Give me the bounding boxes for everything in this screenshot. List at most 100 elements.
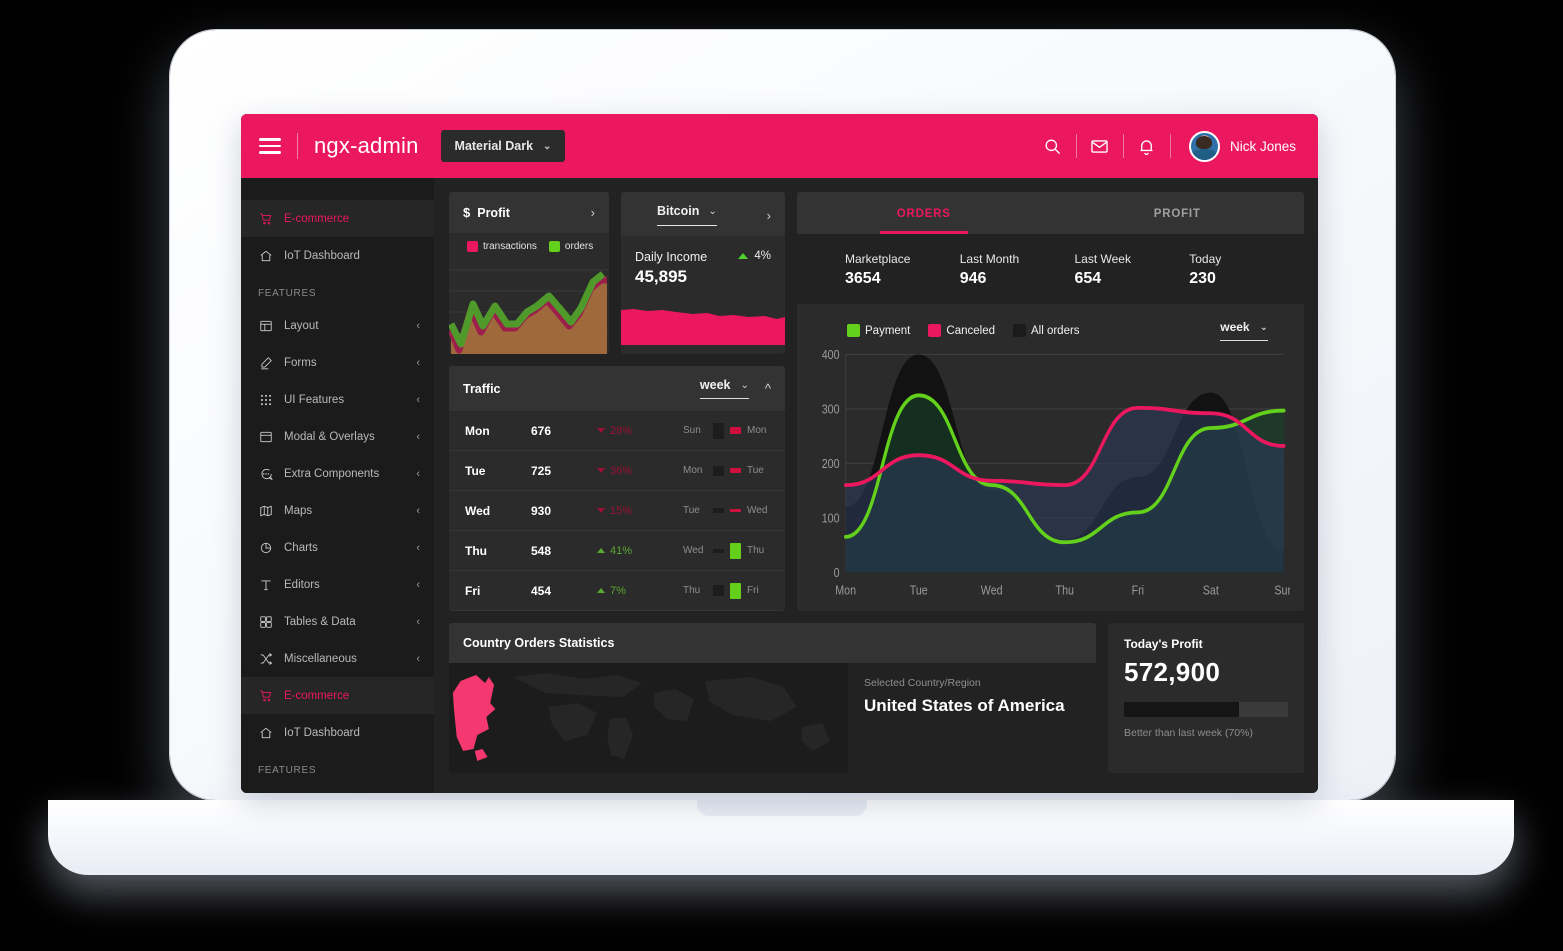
traffic-card-header: Traffic week ⌄ ^ bbox=[449, 366, 785, 411]
chevron-right-icon[interactable]: › bbox=[591, 205, 595, 220]
sidebar-item-ui-features[interactable]: UI Features ‹ bbox=[241, 381, 434, 418]
sidebar-item-iot-dashboard[interactable]: IoT Dashboard bbox=[241, 714, 434, 751]
table-row[interactable]: Fri 454 7% Thu Fri bbox=[449, 571, 785, 611]
chevron-left-icon[interactable]: ‹ bbox=[416, 653, 420, 665]
user-menu[interactable]: Nick Jones bbox=[1188, 130, 1296, 162]
sidebar-item-e-commerce[interactable]: E-commerce bbox=[241, 200, 434, 237]
chevron-down-icon: ⌄ bbox=[543, 140, 552, 152]
sidebar-item-extra-components[interactable]: Extra Components ‹ bbox=[241, 455, 434, 492]
traffic-value: 548 bbox=[531, 543, 552, 558]
sidebar-item-iot-dashboard[interactable]: IoT Dashboard bbox=[241, 237, 434, 274]
selected-country-name: United States of America bbox=[864, 696, 1065, 715]
bell-icon[interactable] bbox=[1124, 124, 1170, 168]
todays-profit-label: Today's Profit bbox=[1124, 637, 1203, 651]
traffic-bar-next bbox=[730, 427, 741, 434]
triangle-down-icon bbox=[597, 428, 605, 433]
legend-transactions: transactions bbox=[467, 241, 537, 252]
traffic-bar-next bbox=[730, 582, 741, 599]
cart-icon bbox=[258, 688, 273, 703]
triangle-up-icon bbox=[738, 253, 749, 259]
search-icon[interactable] bbox=[1030, 124, 1076, 168]
traffic-bar-prev bbox=[713, 422, 724, 439]
sidebar-section-label: FEATURES bbox=[258, 288, 317, 299]
chevron-down-icon: ⌄ bbox=[740, 379, 749, 391]
sidebar-item-tables-data[interactable]: Tables & Data ‹ bbox=[241, 603, 434, 640]
email-icon[interactable] bbox=[1077, 124, 1123, 168]
stat-value: 230 bbox=[1189, 270, 1216, 287]
world-map[interactable] bbox=[449, 663, 848, 773]
stat-label: Marketplace bbox=[845, 252, 911, 266]
sidebar-item-e-commerce[interactable]: E-commerce bbox=[241, 677, 434, 714]
sidebar-item-miscellaneous[interactable]: Miscellaneous ‹ bbox=[241, 640, 434, 677]
orders-card: ORDERS PROFIT Marketplace 3654 Last Month 9… bbox=[797, 192, 1304, 611]
sidebar-item-label: Forms bbox=[284, 356, 317, 369]
legend-swatch bbox=[467, 241, 478, 252]
table-row[interactable]: Mon 676 28% Sun Mon bbox=[449, 411, 785, 451]
traffic-delta: 7% bbox=[597, 585, 667, 597]
sidebar-item-forms[interactable]: Forms ‹ bbox=[241, 344, 434, 381]
chevron-left-icon[interactable]: ‹ bbox=[416, 505, 420, 517]
traffic-bar-next bbox=[730, 542, 741, 559]
sidebar-item-editors[interactable]: Editors ‹ bbox=[241, 566, 434, 603]
sidebar-item-modal-overlays[interactable]: Modal & Overlays ‹ bbox=[241, 418, 434, 455]
chevron-left-icon[interactable]: ‹ bbox=[416, 394, 420, 406]
traffic-prev-label: Sun bbox=[683, 425, 701, 436]
chevron-left-icon[interactable]: ‹ bbox=[416, 431, 420, 443]
chevron-left-icon[interactable]: ‹ bbox=[416, 468, 420, 480]
svg-text:100: 100 bbox=[822, 513, 840, 526]
legend-label: transactions bbox=[483, 241, 537, 252]
chevron-left-icon[interactable]: ‹ bbox=[416, 320, 420, 332]
chevron-right-icon[interactable]: › bbox=[767, 208, 771, 223]
theme-select-label: Material Dark bbox=[454, 139, 534, 153]
shuffle-icon bbox=[258, 651, 273, 666]
daily-income-delta: 4% bbox=[738, 250, 771, 262]
sidebar-item-layout[interactable]: Layout ‹ bbox=[241, 307, 434, 344]
country-card-header: Country Orders Statistics bbox=[449, 623, 1096, 663]
daily-income-value: 45,895 bbox=[635, 267, 687, 286]
layout-icon bbox=[258, 318, 273, 333]
svg-text:Thu: Thu bbox=[1056, 585, 1074, 598]
laptop-screen: ngx-admin Material Dark ⌄ Nick Jones E-c… bbox=[241, 114, 1318, 793]
table-row[interactable]: Wed 930 15% Tue Wed bbox=[449, 491, 785, 531]
traffic-bar-prev bbox=[713, 548, 724, 553]
sidebar-item-maps[interactable]: Maps ‹ bbox=[241, 492, 434, 529]
traffic-value: 930 bbox=[531, 503, 552, 518]
orders-period-select[interactable]: week ⌄ bbox=[1220, 320, 1268, 341]
sidebar-item-charts[interactable]: Charts ‹ bbox=[241, 529, 434, 566]
sidebar-item-label: Miscellaneous bbox=[284, 652, 357, 665]
selected-country-label: Selected Country/Region bbox=[864, 677, 981, 689]
profit-card-header[interactable]: $ Profit › bbox=[449, 192, 609, 233]
traffic-delta-value: 7% bbox=[610, 584, 626, 597]
table-row[interactable]: Thu 548 41% Wed Thu bbox=[449, 531, 785, 571]
traffic-card: Traffic week ⌄ ^ Mon 676 28% Sun Mon Tue 725 36… bbox=[449, 366, 785, 611]
traffic-next-label: Fri bbox=[747, 585, 759, 596]
stat-marketplace: Marketplace 3654 bbox=[845, 252, 960, 288]
stat-label: Last Month bbox=[959, 252, 1020, 266]
chevron-left-icon[interactable]: ‹ bbox=[416, 357, 420, 369]
legend-swatch bbox=[1012, 324, 1026, 337]
cart-icon bbox=[258, 211, 273, 226]
chevron-left-icon[interactable]: ‹ bbox=[416, 579, 420, 591]
home-icon bbox=[258, 725, 273, 740]
sidebar-item-label: Editors bbox=[284, 578, 320, 591]
bitcoin-currency-label: Bitcoin bbox=[657, 204, 700, 218]
chevron-left-icon[interactable]: ‹ bbox=[416, 542, 420, 554]
traffic-prev-label: Mon bbox=[683, 465, 703, 476]
table-row[interactable]: Tue 725 36% Mon Tue bbox=[449, 451, 785, 491]
tab-orders[interactable]: ORDERS bbox=[797, 192, 1051, 234]
legend-all-orders: All orders bbox=[1012, 324, 1080, 337]
sidebar-item-label: E-commerce bbox=[284, 212, 350, 225]
hamburger-icon[interactable] bbox=[259, 134, 281, 158]
divider bbox=[1169, 134, 1171, 158]
legend-swatch bbox=[548, 241, 560, 252]
theme-select[interactable]: Material Dark ⌄ bbox=[440, 130, 566, 162]
sidebar-item-label: Tables & Data bbox=[284, 615, 356, 628]
traffic-period-select[interactable]: week ⌄ bbox=[699, 378, 749, 399]
tab-profit[interactable]: PROFIT bbox=[1051, 192, 1305, 234]
traffic-day: Tue bbox=[465, 463, 486, 478]
chevron-up-icon[interactable]: ^ bbox=[765, 381, 771, 396]
bitcoin-sparkline bbox=[621, 303, 785, 345]
traffic-bar-prev bbox=[713, 508, 724, 513]
chevron-left-icon[interactable]: ‹ bbox=[416, 616, 420, 628]
bitcoin-currency-select[interactable]: Bitcoin ⌄ bbox=[657, 204, 717, 226]
